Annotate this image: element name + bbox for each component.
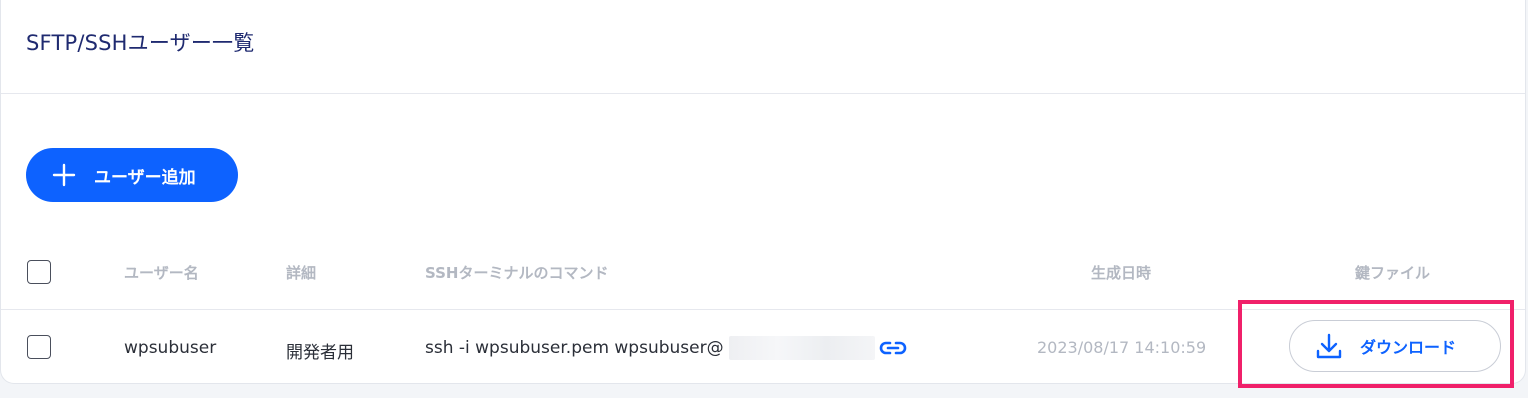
add-user-button[interactable]: ユーザー追加 [26, 148, 238, 202]
row-details: 開発者用 [286, 343, 354, 363]
download-label: ダウンロード [1360, 338, 1457, 357]
row-username: wpsubuser [124, 338, 217, 358]
page-title: SFTP/SSHユーザー一覧 [26, 31, 255, 55]
column-header-username: ユーザー名 [124, 264, 199, 282]
header-divider [1, 93, 1525, 94]
column-header-ssh-command: SSHターミナルのコマンド [425, 264, 609, 282]
row-ssh-command[interactable]: ssh -i wpsubuser.pem wpsubuser@ [425, 338, 724, 358]
row-checkbox[interactable] [27, 335, 51, 359]
download-button[interactable]: ダウンロード [1289, 320, 1501, 372]
row-created: 2023/08/17 14:10:59 [1037, 338, 1207, 357]
column-header-key-file: 鍵ファイル [1355, 264, 1431, 282]
download-icon [1316, 333, 1342, 359]
link-icon[interactable] [877, 336, 909, 360]
user-list-card: SFTP/SSHユーザー一覧 ユーザー追加 ユーザー名 詳細 SSHターミナルの… [0, 0, 1526, 388]
masked-hostname [729, 336, 875, 360]
select-all-checkbox[interactable] [27, 260, 51, 284]
column-header-created: 生成日時 [1091, 264, 1152, 282]
add-user-label: ユーザー追加 [94, 167, 196, 188]
column-header-details: 詳細 [286, 264, 317, 282]
plus-icon [52, 163, 76, 187]
